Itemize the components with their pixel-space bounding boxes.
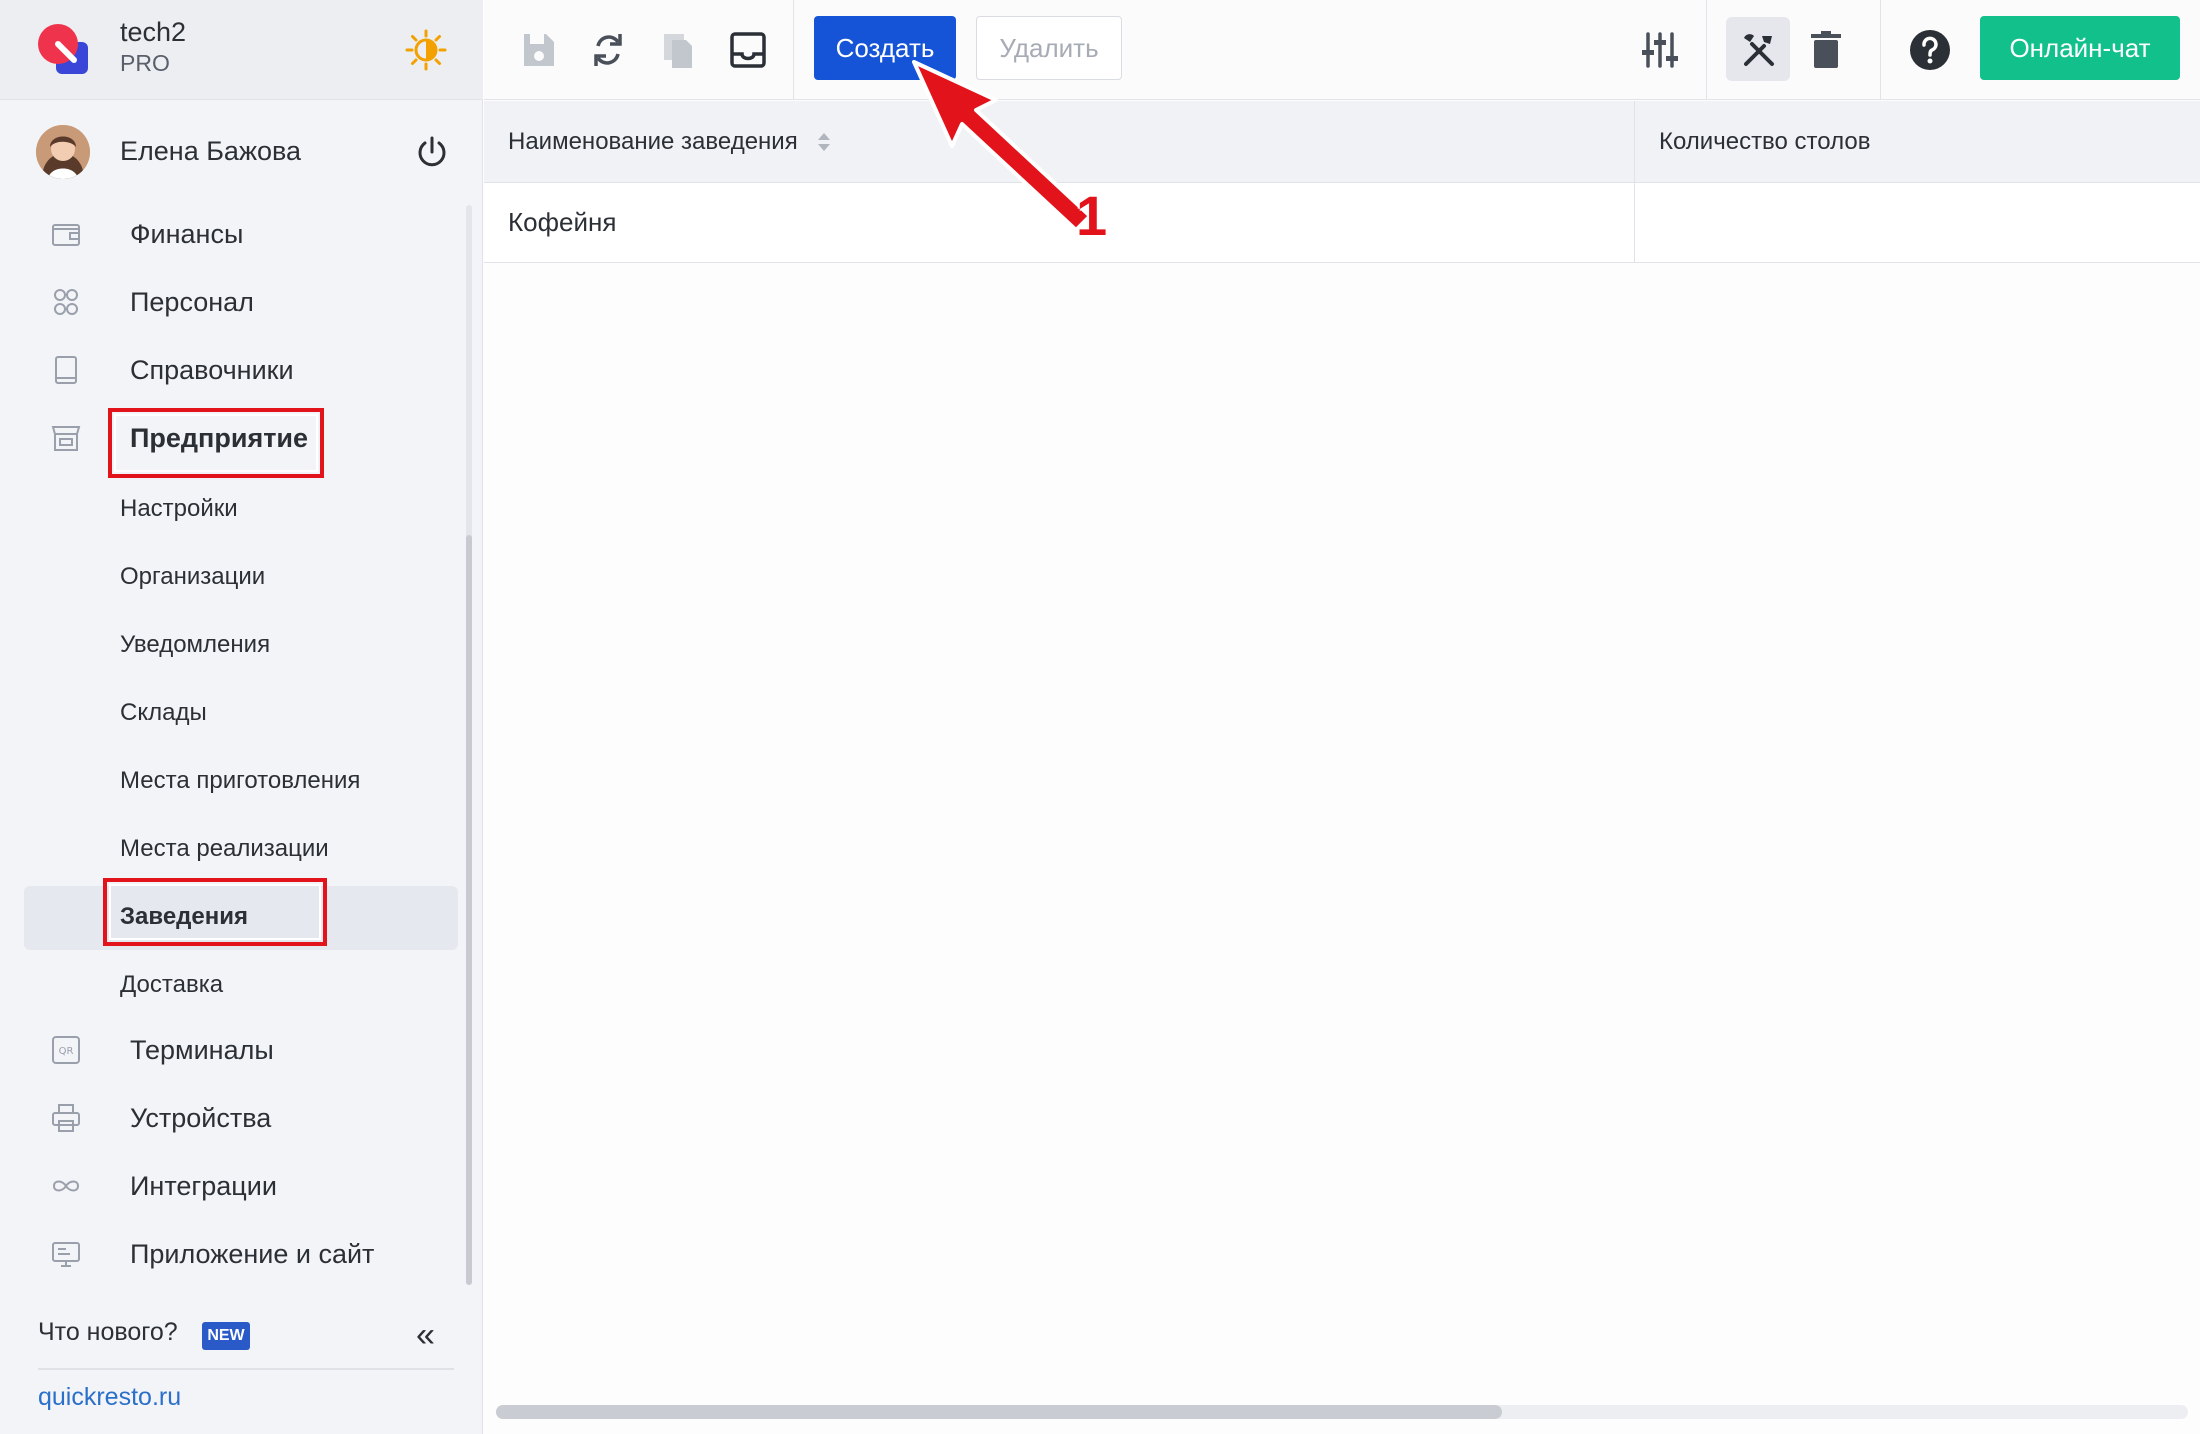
- sidebar-subitem-organizations[interactable]: Организации: [0, 546, 470, 606]
- site-link[interactable]: quickresto.ru: [38, 1383, 181, 1412]
- people-icon: [54, 289, 78, 315]
- new-badge: NEW: [202, 1322, 250, 1350]
- horizontal-scrollbar[interactable]: [496, 1405, 2188, 1419]
- sidebar-item-label: Интеграции: [130, 1171, 277, 1201]
- table-cell[interactable]: [1635, 183, 2200, 263]
- app-name: tech2: [120, 17, 187, 47]
- toolbar-divider: [1706, 0, 1707, 100]
- user-name: Елена Бажова: [120, 136, 302, 166]
- toolbar-divider: [1880, 0, 1881, 100]
- refresh-icon[interactable]: [584, 26, 632, 74]
- sidebar-item-app-and-site[interactable]: Приложение и сайт: [0, 1224, 470, 1284]
- sidebar-item-references[interactable]: Справочники: [0, 340, 470, 400]
- svg-text:QR: QR: [59, 1046, 74, 1057]
- sidebar-subitem-label: Места приготовления: [120, 767, 361, 794]
- sidebar-subitem-sales-places[interactable]: Места реализации: [0, 818, 470, 878]
- sidebar-item-label: Финансы: [130, 219, 244, 249]
- sidebar-item-label: Терминалы: [130, 1035, 274, 1065]
- monitor-icon: [52, 1242, 80, 1267]
- highlight-box-venues: [103, 878, 327, 946]
- column-header-label: Количество столов: [1659, 128, 1871, 155]
- toolbar: Создать Удалить Онлайн-чат: [484, 0, 2200, 100]
- book-icon: [55, 356, 77, 384]
- brand-header: tech2 PRO: [0, 0, 483, 100]
- sidebar-subitem-label: Склады: [120, 699, 207, 726]
- sidebar-item-terminals[interactable]: QR Терминалы: [0, 1020, 470, 1080]
- sidebar: tech2 PRO Елена Бажова Финансы Персонал …: [0, 0, 483, 1434]
- sidebar-subitem-warehouses[interactable]: Склады: [0, 682, 470, 742]
- online-chat-button[interactable]: Онлайн-чат: [1980, 16, 2180, 80]
- sidebar-item-staff[interactable]: Персонал: [0, 272, 470, 332]
- toolbar-divider: [793, 0, 794, 100]
- user-profile: Елена Бажова: [0, 112, 483, 192]
- wallet-icon: [52, 224, 80, 246]
- app-logo-icon: [38, 24, 88, 74]
- sidebar-scrollbar[interactable]: [466, 205, 472, 1285]
- help-icon[interactable]: [1906, 26, 1954, 74]
- save-icon[interactable]: [514, 26, 562, 74]
- sidebar-subitem-delivery[interactable]: Доставка: [0, 954, 470, 1014]
- sidebar-subitem-label: Организации: [120, 563, 266, 590]
- horizontal-scrollbar-thumb[interactable]: [496, 1405, 1502, 1419]
- sidebar-item-integrations[interactable]: Интеграции: [0, 1156, 470, 1216]
- tools-icon[interactable]: [1734, 26, 1782, 74]
- sidebar-item-finance[interactable]: Финансы: [0, 204, 470, 264]
- footer-divider: [38, 1368, 454, 1370]
- sidebar-subitem-label: Уведомления: [120, 631, 271, 658]
- sidebar-subitem-label: Настройки: [120, 495, 238, 522]
- store-icon: [51, 426, 81, 451]
- sidebar-subitem-notifications[interactable]: Уведомления: [0, 614, 470, 674]
- annotation-number: 1: [1076, 184, 1108, 247]
- sort-icon[interactable]: [816, 130, 832, 154]
- sidebar-item-label: Персонал: [130, 287, 254, 317]
- sidebar-item-label: Устройства: [130, 1103, 272, 1133]
- column-header-label: Наименование заведения: [508, 128, 798, 155]
- theme-toggle-icon[interactable]: [404, 28, 448, 72]
- column-header-tables[interactable]: Количество столов: [1635, 101, 2200, 183]
- collapse-sidebar-icon[interactable]: «: [416, 1318, 435, 1352]
- logout-icon[interactable]: [414, 134, 450, 170]
- sliders-icon[interactable]: [1636, 26, 1684, 74]
- whats-new-link[interactable]: Что нового?: [38, 1318, 178, 1347]
- cell-text: Кофейня: [508, 207, 617, 237]
- infinity-icon: [52, 1180, 80, 1192]
- avatar-image-icon: [36, 125, 90, 179]
- sidebar-item-label: Справочники: [130, 355, 294, 385]
- avatar[interactable]: [36, 125, 90, 179]
- printer-icon: [52, 1104, 80, 1132]
- sidebar-item-devices[interactable]: Устройства: [0, 1088, 470, 1148]
- qr-icon: QR: [52, 1036, 80, 1064]
- inbox-icon[interactable]: [724, 26, 772, 74]
- sidebar-scrollbar-thumb[interactable]: [466, 535, 472, 1285]
- trash-icon[interactable]: [1802, 26, 1850, 74]
- table-header: Наименование заведения Количество столов: [484, 101, 2200, 183]
- sidebar-subitem-label: Доставка: [120, 971, 224, 998]
- sidebar-subitem-cooking-places[interactable]: Места приготовления: [0, 750, 470, 810]
- table-row[interactable]: Кофейня: [484, 183, 2200, 263]
- copy-icon[interactable]: [654, 26, 702, 74]
- app-plan: PRO: [120, 50, 170, 76]
- sidebar-subitem-label: Места реализации: [120, 835, 329, 862]
- highlight-box-enterprise: [108, 408, 324, 478]
- sidebar-item-label: Приложение и сайт: [130, 1239, 375, 1269]
- sidebar-subitem-settings[interactable]: Настройки: [0, 478, 470, 538]
